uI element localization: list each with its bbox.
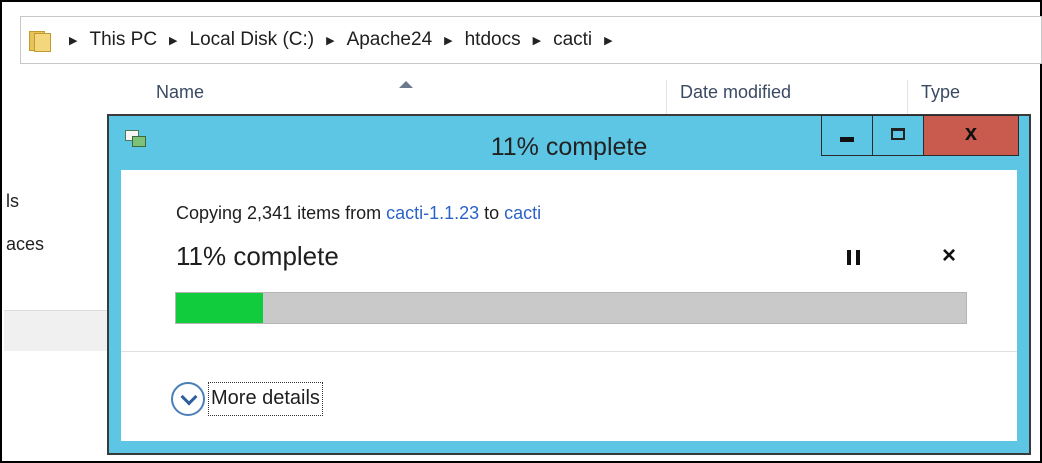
- breadcrumb-chevron-icon[interactable]: ▶: [69, 34, 77, 47]
- cancel-button[interactable]: ×: [937, 242, 961, 270]
- chevron-down-icon[interactable]: [171, 382, 205, 416]
- column-divider[interactable]: [666, 80, 667, 114]
- minimize-button[interactable]: [821, 115, 873, 156]
- dialog-content: Copying 2,341 items from cacti-1.1.23 to…: [121, 170, 1017, 441]
- folder-icon: [27, 28, 53, 52]
- more-details-toggle[interactable]: More details: [171, 382, 323, 416]
- dialog-titlebar[interactable]: 11% complete x: [109, 115, 1029, 170]
- column-divider[interactable]: [907, 80, 908, 114]
- column-header-date-modified[interactable]: Date modified: [680, 82, 791, 112]
- pause-icon: [856, 250, 860, 265]
- maximize-button[interactable]: [872, 115, 924, 156]
- sort-ascending-icon: [399, 81, 413, 88]
- destination-folder-link[interactable]: cacti: [504, 203, 541, 223]
- progress-bar: [175, 292, 967, 324]
- breadcrumb-cacti[interactable]: cacti: [553, 29, 592, 51]
- source-folder-link[interactable]: cacti-1.1.23: [386, 203, 479, 223]
- cancel-icon: ×: [941, 242, 956, 269]
- nav-pane-item[interactable]: aces: [6, 234, 44, 255]
- breadcrumb-chevron-icon[interactable]: ▶: [604, 34, 612, 47]
- breadcrumb-this-pc[interactable]: This PC: [89, 29, 157, 51]
- pause-button[interactable]: [847, 250, 861, 266]
- breadcrumb-htdocs[interactable]: htdocs: [465, 29, 521, 51]
- breadcrumb: ▶ This PC ▶ Local Disk (C:) ▶ Apache24 ▶…: [65, 29, 625, 51]
- column-header-type[interactable]: Type: [921, 82, 960, 112]
- breadcrumb-chevron-icon[interactable]: ▶: [533, 34, 541, 47]
- breadcrumb-local-disk[interactable]: Local Disk (C:): [190, 29, 315, 51]
- minimize-icon: [840, 137, 854, 142]
- breadcrumb-chevron-icon[interactable]: ▶: [326, 34, 334, 47]
- nav-pane-selected-row[interactable]: [4, 311, 122, 351]
- progress-status-text: 11% complete: [176, 241, 339, 271]
- copy-description: Copying 2,341 items from cacti-1.1.23 to…: [176, 203, 541, 224]
- progress-bar-fill: [176, 293, 263, 323]
- to-text: to: [479, 203, 505, 223]
- breadcrumb-chevron-icon[interactable]: ▶: [444, 34, 452, 47]
- close-icon: x: [964, 120, 978, 145]
- address-bar[interactable]: ▶ This PC ▶ Local Disk (C:) ▶ Apache24 ▶…: [20, 16, 1042, 64]
- close-button[interactable]: x: [923, 115, 1019, 156]
- breadcrumb-chevron-icon[interactable]: ▶: [169, 34, 177, 47]
- more-details-label[interactable]: More details: [208, 382, 323, 416]
- pause-icon: [847, 250, 851, 265]
- column-header-name[interactable]: Name: [156, 82, 204, 112]
- copy-progress-dialog: 11% complete x Copying 2,341 items from …: [107, 114, 1031, 455]
- content-divider: [121, 351, 1017, 352]
- nav-pane-item[interactable]: ls: [6, 191, 19, 212]
- copy-prefix-text: Copying 2,341 items from: [176, 203, 387, 223]
- breadcrumb-apache24[interactable]: Apache24: [347, 29, 433, 51]
- maximize-icon: [891, 128, 905, 140]
